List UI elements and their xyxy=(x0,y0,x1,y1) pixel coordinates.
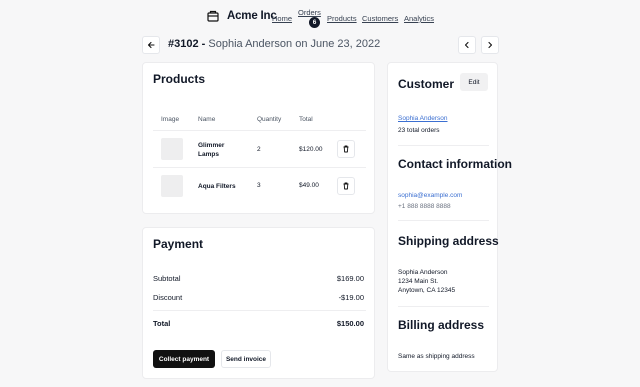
page-title: #3102 - Sophia Anderson on June 23, 2022 xyxy=(168,38,380,50)
brand[interactable]: Acme Inc xyxy=(207,10,277,22)
customer-phone: +1 888 8888 8888 xyxy=(398,203,451,210)
table-divider xyxy=(153,167,366,168)
discount-value: -$19.00 xyxy=(338,293,364,302)
total-label: Total xyxy=(153,319,171,328)
arrow-left-icon xyxy=(147,41,155,49)
top-navigation: Acme Inc Home Orders 6 Products Customer… xyxy=(0,0,640,34)
nav-link-products[interactable]: Products xyxy=(327,14,357,23)
table-divider xyxy=(153,130,366,131)
remove-product-button[interactable] xyxy=(337,140,355,158)
shipping-address-line: Anytown, CA 12345 xyxy=(398,287,456,294)
shipping-address-title: Shipping address xyxy=(398,234,499,248)
back-button[interactable] xyxy=(142,36,160,54)
contact-information-title: Contact information xyxy=(398,157,512,171)
collect-payment-button[interactable]: Collect payment xyxy=(153,350,215,368)
customer-order-count: 23 total orders xyxy=(398,127,440,134)
section-divider xyxy=(398,306,489,307)
product-image-placeholder xyxy=(161,138,183,160)
customer-email-link[interactable]: sophia@example.com xyxy=(398,192,462,199)
nav-link-orders[interactable]: Orders xyxy=(298,8,321,17)
product-total: $120.00 xyxy=(299,146,323,153)
product-image-placeholder xyxy=(161,175,183,197)
section-divider xyxy=(398,145,489,146)
customer-title: Customer xyxy=(398,77,455,91)
customer-card: Customer Edit Sophia Anderson 23 total o… xyxy=(387,62,512,372)
order-number: #3102 - xyxy=(168,38,206,50)
column-header-quantity: Quantity xyxy=(257,116,282,123)
order-subtitle: Sophia Anderson on June 23, 2022 xyxy=(208,38,381,50)
column-header-name: Name xyxy=(198,116,216,123)
products-title: Products xyxy=(153,72,206,86)
trash-icon xyxy=(343,145,349,153)
section-divider xyxy=(398,220,489,221)
nav-link-home[interactable]: Home xyxy=(272,14,292,23)
product-quantity: 3 xyxy=(257,182,261,189)
total-value: $150.00 xyxy=(336,319,364,328)
column-header-total: Total xyxy=(299,116,313,123)
previous-order-button[interactable] xyxy=(458,36,476,54)
product-quantity: 2 xyxy=(257,146,261,153)
products-card: Products Image Name Quantity Total Glimm… xyxy=(142,62,375,214)
chevron-right-icon xyxy=(488,41,493,49)
nav-link-analytics[interactable]: Analytics xyxy=(404,14,434,23)
nav-link-customers[interactable]: Customers xyxy=(362,14,398,23)
payment-title: Payment xyxy=(153,237,204,251)
payment-divider xyxy=(153,310,366,311)
payment-card: Payment Subtotal $169.00 Discount -$19.0… xyxy=(142,227,375,379)
send-invoice-button[interactable]: Send invoice xyxy=(221,350,271,368)
subtotal-value: $169.00 xyxy=(336,274,364,283)
discount-label: Discount xyxy=(153,293,183,302)
customer-name-link[interactable]: Sophia Anderson xyxy=(398,115,448,122)
product-total: $49.00 xyxy=(299,182,319,189)
chevron-left-icon xyxy=(464,41,469,49)
subtotal-label: Subtotal xyxy=(153,274,181,283)
edit-customer-button[interactable]: Edit xyxy=(460,73,488,91)
column-header-image: Image xyxy=(161,116,180,123)
billing-address-text: Same as shipping address xyxy=(398,353,475,360)
product-name: Glimmer Lamps xyxy=(198,142,225,158)
remove-product-button[interactable] xyxy=(337,177,355,195)
package-icon xyxy=(207,10,219,22)
trash-icon xyxy=(343,182,349,190)
orders-count-badge: 6 xyxy=(309,17,320,28)
billing-address-title: Billing address xyxy=(398,318,485,332)
brand-name: Acme Inc xyxy=(227,10,277,22)
next-order-button[interactable] xyxy=(481,36,499,54)
product-name: Aqua Filters xyxy=(198,183,236,190)
